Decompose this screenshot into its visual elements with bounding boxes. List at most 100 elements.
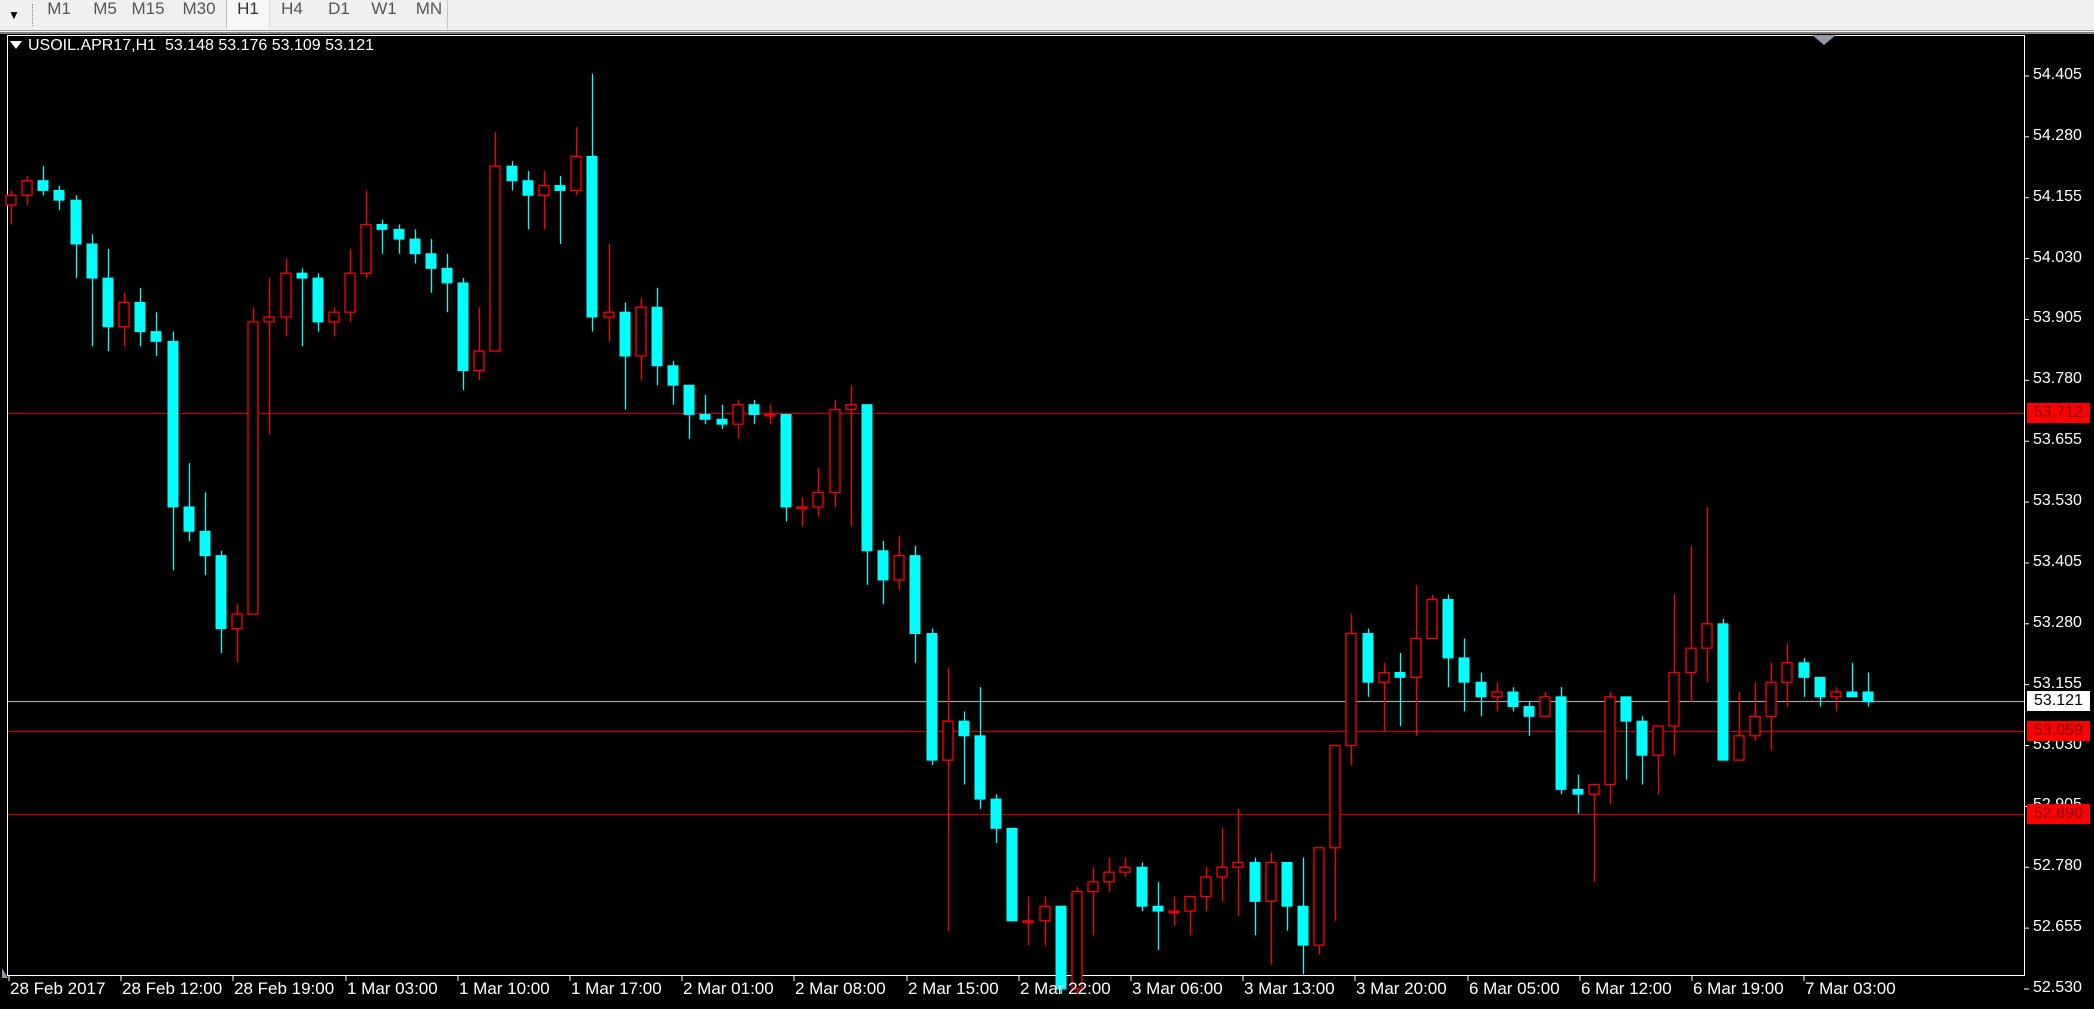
candle	[70, 195, 82, 279]
candle	[716, 404, 728, 430]
candle-body-bear	[425, 253, 437, 269]
candle	[473, 307, 485, 381]
candle-body-bear	[183, 506, 195, 532]
candle-body-bear	[312, 277, 324, 323]
candle	[732, 399, 744, 439]
chart-shift-marker-icon[interactable]	[1812, 35, 1836, 45]
candle	[942, 667, 954, 931]
x-axis-label: 3 Mar 06:00	[1132, 979, 1223, 998]
x-axis-label: 6 Mar 12:00	[1581, 979, 1672, 998]
candle-body-bull	[473, 350, 485, 372]
candle	[909, 545, 921, 663]
chart-window[interactable]: USOIL.APR17,H1 53.148 53.176 53.109 53.1…	[0, 32, 2094, 1009]
candle	[1232, 808, 1244, 916]
candle-body-bear	[651, 306, 663, 367]
x-axis-label: 3 Mar 13:00	[1244, 979, 1335, 998]
candle-body-bull	[5, 194, 17, 206]
toolbar-menu-button[interactable]: ▼	[0, 0, 28, 29]
candle-body-bear	[53, 189, 65, 201]
timeframe-m15[interactable]: M15	[127, 0, 169, 29]
timeframe-h1[interactable]: H1	[226, 0, 270, 29]
candle-body-bull	[1168, 910, 1180, 914]
candle	[651, 287, 663, 386]
candle-body-bear	[86, 243, 98, 279]
timeframe-d1[interactable]: D1	[318, 0, 360, 29]
candle-body-bear	[554, 185, 566, 191]
candle-body-bear	[1523, 706, 1535, 717]
candle-body-bear	[1136, 866, 1148, 907]
candle-body-bear	[1717, 623, 1729, 761]
candle	[780, 413, 792, 522]
candle-body-bull	[1232, 861, 1244, 868]
candle-body-bull	[732, 404, 744, 425]
candle-body-bull	[1781, 662, 1793, 683]
candle	[167, 331, 179, 571]
candle-body-bull	[1539, 696, 1551, 717]
candle	[1814, 676, 1826, 707]
level-price-tag: 53.059	[2027, 721, 2090, 742]
candle	[393, 224, 405, 254]
timeframe-mn[interactable]: MN	[408, 0, 450, 29]
timeframe-m5[interactable]: M5	[84, 0, 126, 29]
candle	[1555, 687, 1567, 795]
timeframe-m30[interactable]: M30	[175, 0, 223, 29]
timeframe-m1[interactable]: M1	[38, 0, 80, 29]
y-axis-label: 53.905	[2033, 309, 2082, 327]
candle	[1491, 682, 1503, 712]
candle-body-bear	[716, 418, 728, 425]
candle	[1071, 886, 1083, 994]
candle	[150, 312, 162, 356]
candle	[667, 360, 679, 405]
candle-body-bear	[877, 550, 889, 581]
candle-body-bear	[1055, 905, 1067, 990]
candle-body-bull	[1039, 905, 1051, 922]
candle-body-bull	[893, 554, 905, 581]
candle	[554, 175, 566, 244]
candle-body-bull	[1426, 598, 1438, 640]
timeframe-h4[interactable]: H4	[271, 0, 313, 29]
candle-body-bull	[1830, 691, 1842, 698]
candle	[1798, 657, 1810, 697]
candle	[1846, 662, 1858, 698]
candle-body-bear	[1006, 827, 1018, 922]
y-axis-label: 54.030	[2033, 248, 2082, 266]
toolbar-grip[interactable]	[32, 4, 36, 26]
candle-body-bear	[909, 555, 921, 635]
candle-body-bull	[1184, 895, 1196, 912]
y-axis-label: 52.530	[2033, 979, 2082, 996]
y-axis-label: 53.280	[2033, 613, 2082, 631]
x-axis-label: 1 Mar 10:00	[459, 979, 550, 998]
candle	[1410, 584, 1422, 736]
x-axis-label: 28 Feb 2017	[10, 979, 106, 998]
candle	[247, 307, 259, 615]
candle	[344, 248, 356, 322]
candle-body-bull	[1022, 920, 1034, 923]
candle	[1039, 896, 1051, 946]
candle-body-bear	[1798, 662, 1810, 678]
candlestick-chart[interactable]	[0, 32, 2094, 1009]
candle-body-bear	[748, 404, 760, 415]
candle-body-bull	[118, 301, 130, 328]
level-price-tag: 52.890	[2027, 803, 2090, 824]
candle-body-bear	[861, 404, 873, 552]
candle	[1249, 857, 1261, 936]
candle-body-bear	[990, 798, 1002, 829]
candle-body-bull	[1345, 632, 1357, 747]
symbol-menu-icon[interactable]	[10, 41, 22, 49]
candle-body-bear	[102, 277, 114, 328]
candle	[118, 292, 130, 347]
candle-body-bear	[199, 530, 211, 557]
candle	[764, 404, 776, 425]
candle-body-bull	[812, 491, 824, 508]
candle	[958, 711, 970, 785]
candle-body-bear	[1814, 676, 1826, 698]
timeframe-w1[interactable]: W1	[363, 0, 405, 29]
candle-body-bull	[1216, 866, 1228, 878]
y-axis-label: 53.655	[2033, 431, 2082, 449]
candle-body-bull	[845, 404, 857, 411]
candle-body-bear	[1620, 696, 1632, 722]
chevron-down-icon: ▼	[8, 7, 20, 22]
candle	[425, 239, 437, 293]
candle	[1652, 725, 1664, 795]
candle	[199, 492, 211, 576]
